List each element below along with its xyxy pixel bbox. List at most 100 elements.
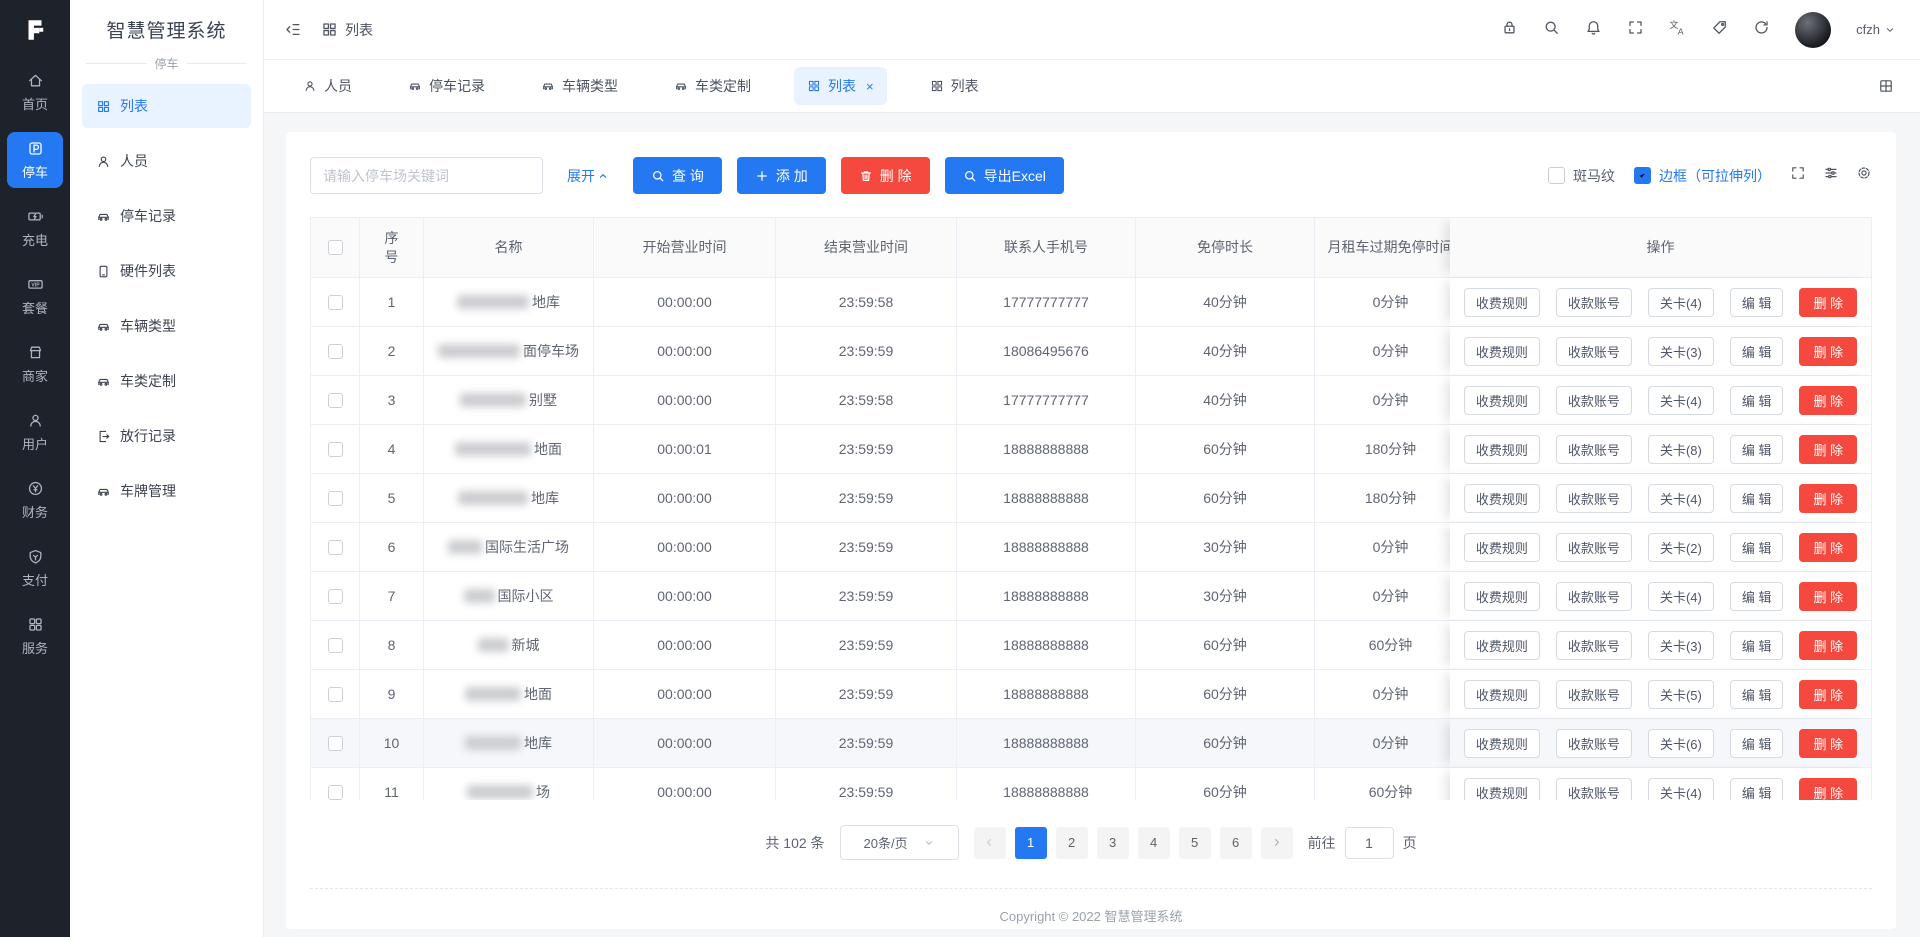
topbar-search-button[interactable] <box>1543 19 1560 41</box>
edit-button[interactable]: 编 辑 <box>1730 729 1784 758</box>
edit-button[interactable]: 编 辑 <box>1730 435 1784 464</box>
close-tab-icon[interactable]: × <box>866 80 874 93</box>
page-button-1[interactable]: 1 <box>1015 827 1047 859</box>
topbar-bell-button[interactable] <box>1585 19 1602 41</box>
zebra-checkbox[interactable]: 斑马纹 <box>1548 166 1615 186</box>
sidebar-item-parking-records[interactable]: 停车记录 <box>82 194 251 238</box>
topbar-refresh-button[interactable] <box>1753 19 1770 41</box>
row-checkbox[interactable] <box>328 442 343 457</box>
page-button-6[interactable]: 6 <box>1220 827 1252 859</box>
edit-button[interactable]: 编 辑 <box>1730 631 1784 660</box>
row-checkbox[interactable] <box>328 393 343 408</box>
row-checkbox[interactable] <box>328 687 343 702</box>
app-logo[interactable] <box>22 0 48 60</box>
delete-button[interactable]: 删 除 <box>1799 435 1857 464</box>
rail-item-payment[interactable]: 支付 <box>7 540 63 596</box>
payment-account-button[interactable]: 收款账号 <box>1556 631 1632 660</box>
edit-button[interactable]: 编 辑 <box>1730 288 1784 317</box>
topbar-lock-button[interactable] <box>1501 19 1518 41</box>
payment-account-button[interactable]: 收款账号 <box>1556 484 1632 513</box>
row-checkbox[interactable] <box>328 736 343 751</box>
tab-vehicle-custom[interactable]: 车类定制 <box>661 67 764 105</box>
sidebar-item-hardware-list[interactable]: 硬件列表 <box>82 249 251 293</box>
delete-button[interactable]: 删 除 <box>1799 533 1857 562</box>
page-button-5[interactable]: 5 <box>1179 827 1211 859</box>
gates-button[interactable]: 关卡(4) <box>1648 386 1714 415</box>
payment-account-button[interactable]: 收款账号 <box>1556 680 1632 709</box>
expand-toggle[interactable]: 展开 <box>567 166 609 186</box>
edit-button[interactable]: 编 辑 <box>1730 337 1784 366</box>
edit-button[interactable]: 编 辑 <box>1730 778 1784 801</box>
fee-rules-button[interactable]: 收费规则 <box>1464 631 1540 660</box>
row-checkbox[interactable] <box>328 589 343 604</box>
sidebar-item-plate-management[interactable]: 车牌管理 <box>82 469 251 513</box>
page-button-4[interactable]: 4 <box>1138 827 1170 859</box>
tab-parking-records[interactable]: 停车记录 <box>395 67 498 105</box>
gates-button[interactable]: 关卡(6) <box>1648 729 1714 758</box>
fee-rules-button[interactable]: 收费规则 <box>1464 533 1540 562</box>
gates-button[interactable]: 关卡(4) <box>1648 484 1714 513</box>
rail-item-package[interactable]: VIP套餐 <box>7 268 63 324</box>
prev-page-button[interactable] <box>974 827 1006 859</box>
tab-list-2[interactable]: 列表 <box>917 67 992 105</box>
gates-button[interactable]: 关卡(4) <box>1648 582 1714 611</box>
edit-button[interactable]: 编 辑 <box>1730 484 1784 513</box>
row-checkbox[interactable] <box>328 785 343 800</box>
gates-button[interactable]: 关卡(5) <box>1648 680 1714 709</box>
layout-grid-icon[interactable] <box>1878 78 1894 94</box>
tab-personnel[interactable]: 人员 <box>290 67 365 105</box>
delete-button[interactable]: 删 除 <box>1799 386 1857 415</box>
table-listset-button[interactable] <box>1823 165 1839 186</box>
gates-button[interactable]: 关卡(2) <box>1648 533 1714 562</box>
topbar-fullscreen-button[interactable] <box>1627 19 1644 41</box>
delete-button[interactable]: 删 除 <box>1799 288 1857 317</box>
fee-rules-button[interactable]: 收费规则 <box>1464 729 1540 758</box>
edit-button[interactable]: 编 辑 <box>1730 533 1784 562</box>
rail-item-parking[interactable]: 停车 <box>7 132 63 188</box>
query-button[interactable]: 查 询 <box>633 157 722 194</box>
delete-button[interactable]: 删 除 <box>1799 484 1857 513</box>
delete-button[interactable]: 删 除 <box>1799 582 1857 611</box>
gates-button[interactable]: 关卡(4) <box>1648 288 1714 317</box>
table-fullscreen-button[interactable] <box>1790 165 1806 186</box>
row-checkbox[interactable] <box>328 540 343 555</box>
tab-list[interactable]: 列表× <box>794 67 887 105</box>
row-checkbox[interactable] <box>328 295 343 310</box>
delete-button[interactable]: 删 除 <box>841 157 930 194</box>
fee-rules-button[interactable]: 收费规则 <box>1464 386 1540 415</box>
fee-rules-button[interactable]: 收费规则 <box>1464 582 1540 611</box>
fee-rules-button[interactable]: 收费规则 <box>1464 680 1540 709</box>
row-checkbox[interactable] <box>328 344 343 359</box>
sidebar-item-personnel[interactable]: 人员 <box>82 139 251 183</box>
gates-button[interactable]: 关卡(3) <box>1648 337 1714 366</box>
border-checkbox[interactable]: 边框（可拉伸列） <box>1634 166 1771 186</box>
row-checkbox[interactable] <box>328 491 343 506</box>
delete-button[interactable]: 删 除 <box>1799 778 1857 801</box>
gates-button[interactable]: 关卡(8) <box>1648 435 1714 464</box>
rail-item-service[interactable]: 服务 <box>7 608 63 664</box>
search-input[interactable] <box>310 157 543 194</box>
rail-item-finance[interactable]: 财务 <box>7 472 63 528</box>
collapse-sidebar-icon[interactable] <box>284 21 301 38</box>
table-gear-button[interactable] <box>1856 165 1872 186</box>
sidebar-item-list[interactable]: 列表 <box>82 84 251 128</box>
fee-rules-button[interactable]: 收费规则 <box>1464 337 1540 366</box>
sidebar-item-pass-records[interactable]: 放行记录 <box>82 414 251 458</box>
payment-account-button[interactable]: 收款账号 <box>1556 337 1632 366</box>
payment-account-button[interactable]: 收款账号 <box>1556 533 1632 562</box>
delete-button[interactable]: 删 除 <box>1799 729 1857 758</box>
add-button[interactable]: 添 加 <box>737 157 826 194</box>
next-page-button[interactable] <box>1261 827 1293 859</box>
fee-rules-button[interactable]: 收费规则 <box>1464 435 1540 464</box>
payment-account-button[interactable]: 收款账号 <box>1556 386 1632 415</box>
goto-input[interactable] <box>1345 827 1394 859</box>
gates-button[interactable]: 关卡(3) <box>1648 631 1714 660</box>
gates-button[interactable]: 关卡(4) <box>1648 778 1714 801</box>
topbar-translate-button[interactable]: 文A <box>1669 19 1686 41</box>
user-menu[interactable]: cfzh <box>1856 22 1896 37</box>
rail-item-charge[interactable]: 充电 <box>7 200 63 256</box>
fee-rules-button[interactable]: 收费规则 <box>1464 288 1540 317</box>
avatar[interactable] <box>1795 12 1831 48</box>
delete-button[interactable]: 删 除 <box>1799 680 1857 709</box>
delete-button[interactable]: 删 除 <box>1799 631 1857 660</box>
